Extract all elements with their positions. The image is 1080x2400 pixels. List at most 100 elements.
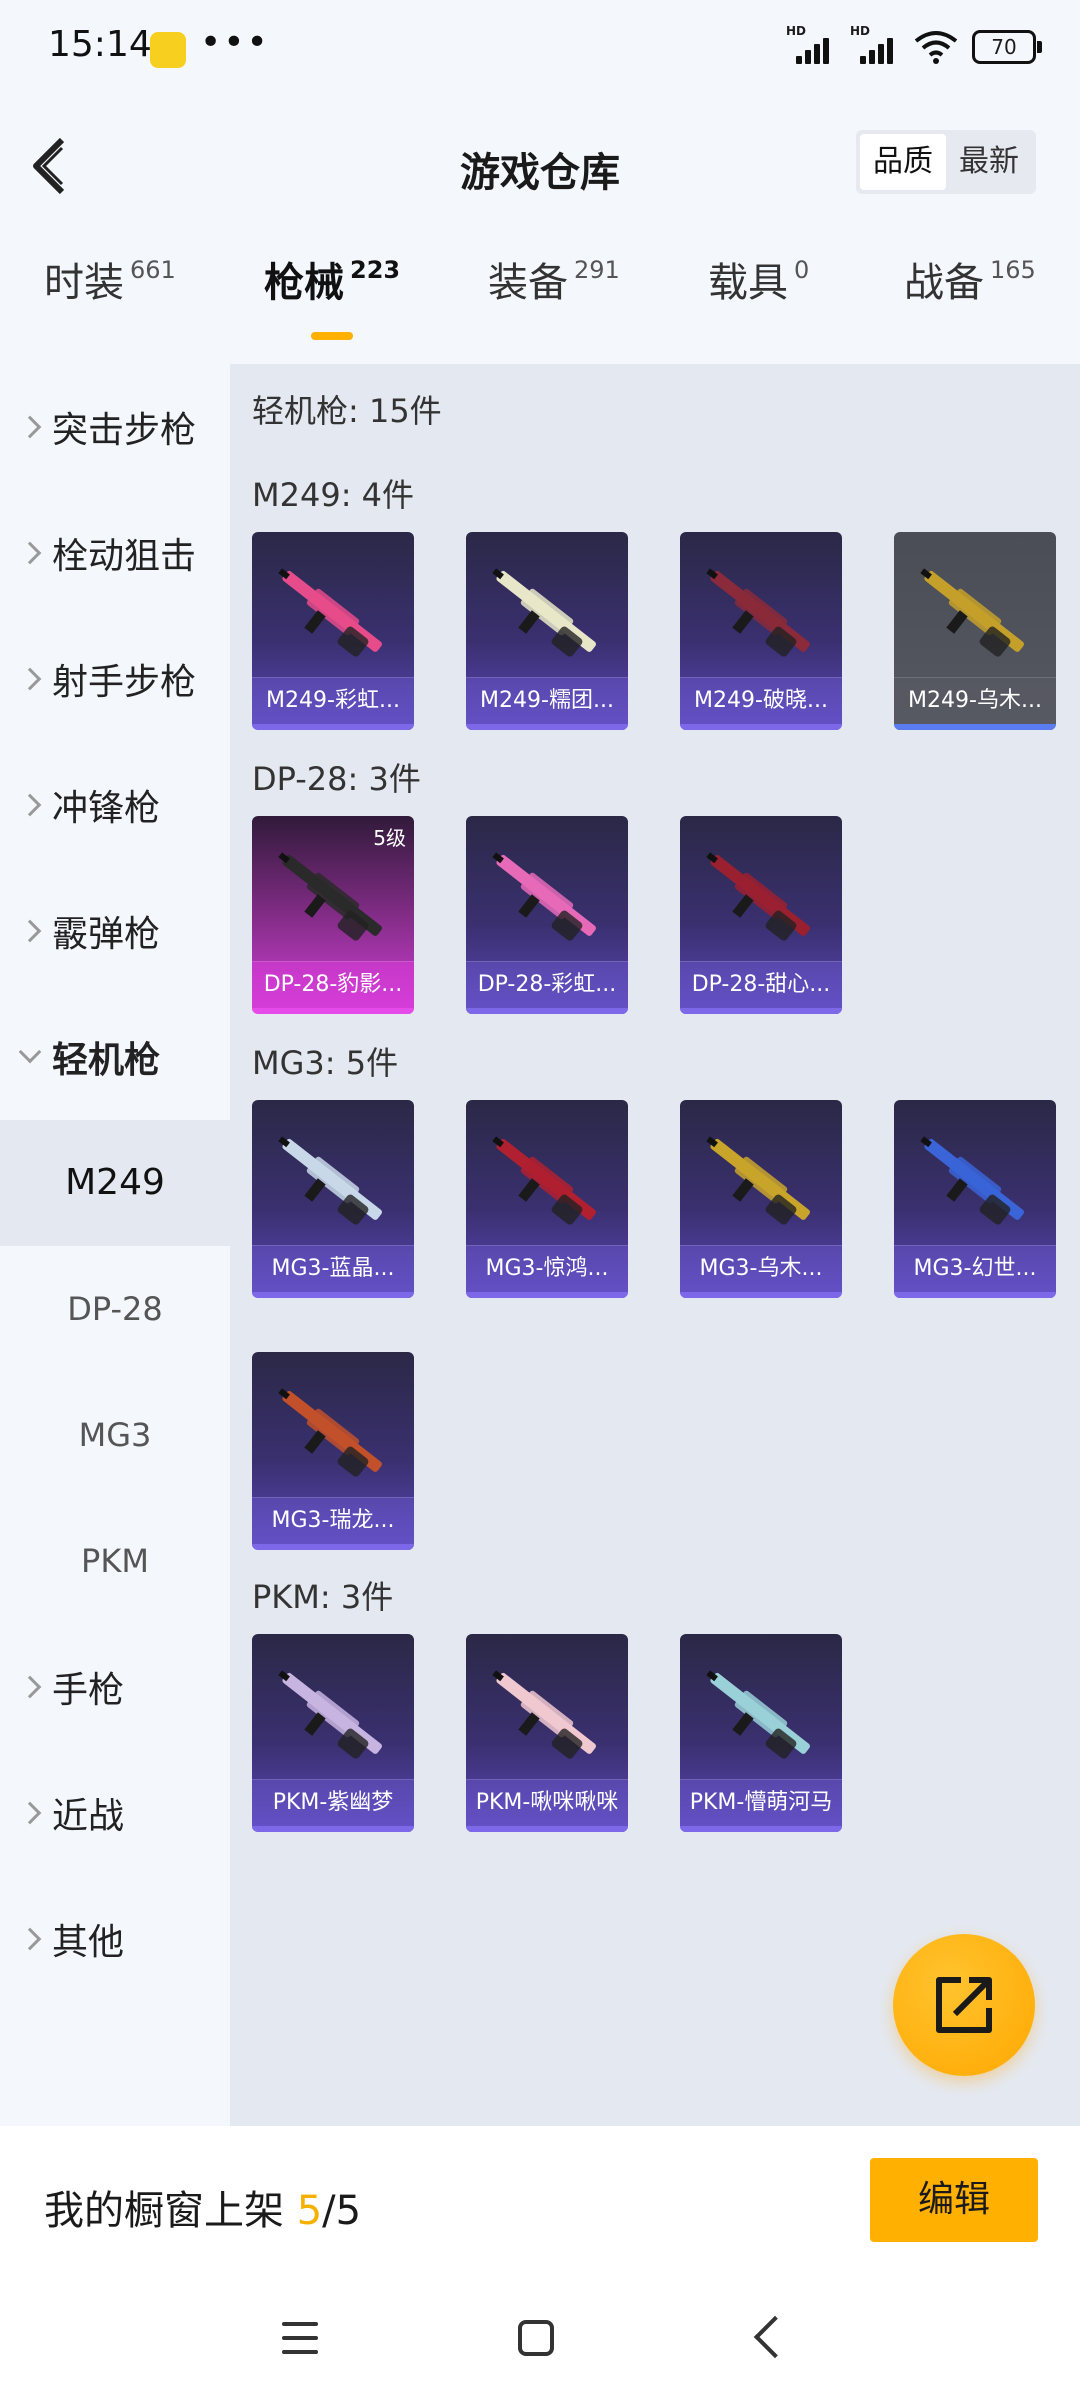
- sort-toggle: 品质 最新: [856, 130, 1036, 194]
- weapon-name: DP-28-豹影...: [252, 961, 414, 1008]
- status-bar: 15:14 ••• HD HD 70: [0, 0, 1080, 100]
- menu-icon[interactable]: [282, 2322, 318, 2358]
- chevron-right-icon: [18, 415, 42, 439]
- weapon-card[interactable]: MG3-瑞龙...: [252, 1352, 414, 1550]
- share-external-icon: [936, 1977, 992, 2033]
- weapon-card[interactable]: MG3-幻世...: [894, 1100, 1056, 1298]
- category-tabs: 时装 661 枪械 223 装备 291 载具 0 战备 165: [0, 250, 1080, 360]
- tab-guns[interactable]: 枪械 223: [264, 250, 400, 308]
- weapon-card[interactable]: PKM-懵萌河马: [680, 1634, 842, 1832]
- signal-icon-2: HD: [850, 24, 900, 66]
- sidebar-item-smg[interactable]: 冲锋枪: [0, 742, 230, 868]
- weapon-image: [278, 1670, 382, 1759]
- sidebar-item-shotgun[interactable]: 霰弹枪: [0, 868, 230, 994]
- home-icon[interactable]: [518, 2320, 554, 2356]
- sidebar-item-melee[interactable]: 近战: [0, 1750, 230, 1876]
- app-notification-icon: [150, 32, 186, 68]
- weapon-name: M249-乌木...: [894, 677, 1056, 724]
- sidebar-sub-dp28[interactable]: DP-28: [0, 1246, 230, 1372]
- weapon-image: [706, 1136, 810, 1225]
- showcase-count-label: 我的橱窗上架 5/5: [44, 2188, 362, 2234]
- sort-quality-button[interactable]: 品质: [860, 134, 946, 190]
- weapon-card[interactable]: M249-彩虹...: [252, 532, 414, 730]
- level-badge: 5级: [373, 826, 406, 850]
- tab-equipment[interactable]: 装备 291: [488, 250, 620, 308]
- weapon-card[interactable]: M249-破晓...: [680, 532, 842, 730]
- weapon-name: MG3-蓝晶...: [252, 1245, 414, 1292]
- weapon-image: [492, 1136, 596, 1225]
- weapon-grid-panel: 轻机枪: 15件 M249: 4件 DP-28: 3件 MG3: 5件 PKM:…: [230, 364, 1080, 2126]
- tab-vehicles[interactable]: 载具 0: [708, 250, 809, 308]
- weapon-image: [920, 568, 1024, 657]
- sidebar-item-other[interactable]: 其他: [0, 1876, 230, 2002]
- weapon-name: PKM-紫幽梦: [252, 1779, 414, 1826]
- sidebar-item-marksman-rifle[interactable]: 射手步枪: [0, 616, 230, 742]
- edit-button[interactable]: 编辑: [870, 2158, 1038, 2242]
- weapon-name: MG3-乌木...: [680, 1245, 842, 1292]
- system-navigation-bar: [0, 2286, 1080, 2400]
- chevron-right-icon: [18, 1801, 42, 1825]
- weapon-name: PKM-啾咪啾咪: [466, 1779, 628, 1826]
- weapon-name: M249-糯团...: [466, 677, 628, 724]
- tab-combat-gear[interactable]: 战备 165: [904, 250, 1036, 308]
- weapon-image: [492, 568, 596, 657]
- weapon-name: DP-28-彩虹...: [466, 961, 628, 1008]
- battery-icon: 70: [972, 30, 1042, 64]
- weapon-image: [278, 568, 382, 657]
- weapon-card[interactable]: PKM-紫幽梦: [252, 1634, 414, 1832]
- sidebar-sub-pkm[interactable]: PKM: [0, 1498, 230, 1624]
- signal-icon: HD: [786, 24, 836, 66]
- sidebar-sub-m249[interactable]: M249: [0, 1120, 230, 1246]
- wifi-icon: [914, 31, 958, 64]
- chevron-right-icon: [18, 667, 42, 691]
- weapon-card[interactable]: DP-28-豹影... 5级: [252, 816, 414, 1014]
- header: 游戏仓库 品质 最新: [0, 100, 1080, 230]
- sidebar-item-bolt-sniper[interactable]: 栓动狙击: [0, 490, 230, 616]
- weapon-image: [492, 852, 596, 941]
- weapon-card[interactable]: M249-糯团...: [466, 532, 628, 730]
- chevron-right-icon: [18, 793, 42, 817]
- weapon-card[interactable]: PKM-啾咪啾咪: [466, 1634, 628, 1832]
- group-label-dp28: DP-28: 3件: [252, 760, 421, 798]
- weapon-image: [706, 1670, 810, 1759]
- chevron-right-icon: [18, 541, 42, 565]
- weapon-card[interactable]: DP-28-彩虹...: [466, 816, 628, 1014]
- weapon-name: MG3-惊鸿...: [466, 1245, 628, 1292]
- status-time: 15:14: [48, 24, 152, 65]
- tab-fashion[interactable]: 时装 661: [44, 250, 176, 308]
- weapon-card[interactable]: MG3-惊鸿...: [466, 1100, 628, 1298]
- weapon-image: [278, 852, 382, 941]
- sort-newest-button[interactable]: 最新: [946, 134, 1032, 190]
- group-label-mg3: MG3: 5件: [252, 1044, 399, 1082]
- weapon-card[interactable]: M249-乌木...: [894, 532, 1056, 730]
- weapon-card[interactable]: MG3-蓝晶...: [252, 1100, 414, 1298]
- weapon-category-sidebar: 突击步枪 栓动狙击 射手步枪 冲锋枪 霰弹枪 轻机枪 M249 DP-28 MG…: [0, 364, 230, 2126]
- weapon-card[interactable]: MG3-乌木...: [680, 1100, 842, 1298]
- more-notifications-icon: •••: [200, 22, 270, 63]
- weapon-image: [706, 568, 810, 657]
- weapon-image: [706, 852, 810, 941]
- active-tab-indicator: [311, 332, 353, 340]
- share-button[interactable]: [893, 1934, 1035, 2076]
- weapon-image: [278, 1388, 382, 1477]
- chevron-right-icon: [18, 919, 42, 943]
- sidebar-item-lmg[interactable]: 轻机枪: [0, 994, 230, 1120]
- sidebar-item-pistol[interactable]: 手枪: [0, 1624, 230, 1750]
- weapon-name: MG3-瑞龙...: [252, 1497, 414, 1544]
- chevron-right-icon: [18, 1675, 42, 1699]
- chevron-right-icon: [18, 1927, 42, 1951]
- group-label-m249: M249: 4件: [252, 476, 415, 514]
- weapon-name: DP-28-甜心...: [680, 961, 842, 1008]
- showcase-bar: 我的橱窗上架 5/5 编辑: [0, 2126, 1080, 2286]
- weapon-name: PKM-懵萌河马: [680, 1779, 842, 1826]
- sidebar-item-assault-rifle[interactable]: 突击步枪: [0, 364, 230, 490]
- weapon-image: [492, 1670, 596, 1759]
- weapon-name: M249-破晓...: [680, 677, 842, 724]
- weapon-image: [278, 1136, 382, 1225]
- sidebar-sub-mg3[interactable]: MG3: [0, 1372, 230, 1498]
- group-label-pkm: PKM: 3件: [252, 1578, 394, 1616]
- weapon-card[interactable]: DP-28-甜心...: [680, 816, 842, 1014]
- weapon-image: [920, 1136, 1024, 1225]
- nav-back-icon[interactable]: [753, 2315, 797, 2359]
- total-count-label: 轻机枪: 15件: [252, 392, 442, 430]
